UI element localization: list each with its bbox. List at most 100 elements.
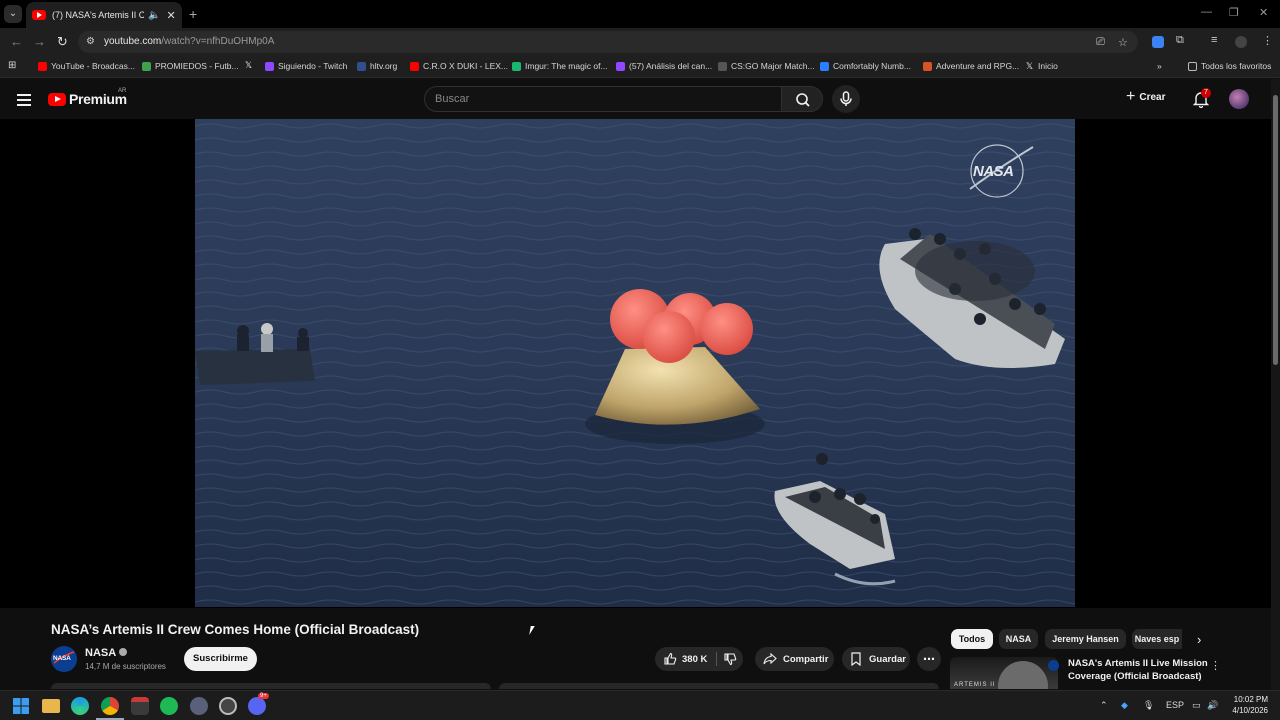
video-player[interactable]: NASA bbox=[195, 119, 1075, 607]
browser-tab-strip: ⌄ (7) NASA's Artemis II Crew 🔈 ✕ + — ❐ ✕ bbox=[0, 0, 1280, 28]
file-explorer-icon[interactable] bbox=[42, 699, 60, 713]
chip-naves-espaciales[interactable]: Naves esp bbox=[1132, 629, 1182, 649]
page-scrollbar[interactable] bbox=[1271, 79, 1280, 690]
volume-icon[interactable]: 🔊 bbox=[1207, 700, 1218, 711]
media-controls-icon[interactable]: ≡ bbox=[1211, 34, 1217, 46]
more-actions-button[interactable]: ⋯ bbox=[917, 647, 941, 671]
close-tab-icon[interactable]: ✕ bbox=[166, 9, 175, 22]
app-icon[interactable] bbox=[190, 697, 208, 715]
recommendation-more-icon[interactable]: ⋮ bbox=[1210, 659, 1221, 672]
channel-name[interactable]: NASA bbox=[85, 647, 128, 659]
more-bookmarks-icon[interactable]: » bbox=[1157, 61, 1162, 71]
steam-icon[interactable] bbox=[219, 697, 237, 715]
system-clock[interactable]: 10:02 PM 4/10/2026 bbox=[1222, 694, 1268, 716]
discord-icon[interactable] bbox=[248, 697, 266, 715]
chip-jeremy-hansen[interactable]: Jeremy Hansen bbox=[1045, 629, 1126, 649]
chips-next-arrow-icon[interactable]: › bbox=[1197, 632, 1201, 647]
tab-title: (7) NASA's Artemis II Crew bbox=[52, 10, 144, 20]
menu-icon[interactable] bbox=[17, 94, 31, 106]
address-bar[interactable]: ⚙ youtube.com/watch?v=nfhDuOHMp0A ⎚ ☆ bbox=[78, 31, 1138, 53]
maximize-button[interactable]: ❐ bbox=[1229, 6, 1239, 19]
spotify-icon[interactable] bbox=[160, 697, 178, 715]
install-app-icon[interactable]: ⎚ bbox=[1096, 36, 1105, 49]
bookmark-item[interactable]: 𝕏 bbox=[244, 61, 257, 70]
all-bookmarks-folder[interactable]: Todos los favoritos bbox=[1188, 61, 1271, 71]
like-button[interactable]: 380 K bbox=[663, 652, 707, 666]
minimize-button[interactable]: — bbox=[1201, 6, 1212, 18]
url-text[interactable]: youtube.com/watch?v=nfhDuOHMp0A bbox=[104, 36, 274, 47]
browser-tab-active[interactable]: (7) NASA's Artemis II Crew 🔈 ✕ bbox=[26, 2, 182, 28]
comments-box[interactable] bbox=[499, 683, 939, 689]
clock-time: 10:02 PM bbox=[1233, 695, 1268, 704]
close-window-button[interactable]: ✕ bbox=[1259, 6, 1268, 19]
tray-overflow-icon[interactable]: ⌃ bbox=[1100, 700, 1108, 711]
bookmark-item[interactable]: YouTube - Broadcas... bbox=[38, 61, 135, 71]
bookmark-item[interactable]: 𝕏 Inicio bbox=[1025, 61, 1058, 71]
bookmark-item[interactable]: Siguiendo - Twitch bbox=[265, 61, 347, 71]
x-icon: 𝕏 bbox=[244, 60, 253, 70]
language-indicator[interactable]: ESP bbox=[1166, 700, 1184, 710]
bookmark-star-icon[interactable]: ☆ bbox=[1118, 36, 1128, 49]
extensions-puzzle-icon[interactable]: ⧉ bbox=[1176, 34, 1184, 47]
user-avatar[interactable] bbox=[1229, 89, 1249, 109]
youtube-premium-logo[interactable]: Premium bbox=[48, 91, 127, 107]
forward-button[interactable]: → bbox=[33, 34, 46, 49]
bookmark-item[interactable]: PROMIEDOS - Futb... bbox=[142, 61, 239, 71]
tray-mic-icon[interactable]: 🎙 bbox=[1143, 700, 1154, 711]
subscribe-button[interactable]: Suscribirme bbox=[184, 647, 257, 671]
reload-button[interactable]: ↻ bbox=[57, 34, 68, 50]
chip-nasa[interactable]: NASA bbox=[999, 629, 1038, 649]
bookmark-item[interactable]: Comfortably Numb... bbox=[820, 61, 911, 71]
network-icon[interactable]: ▭ bbox=[1192, 700, 1201, 711]
bookmark-item[interactable]: CS:GO Major Match... bbox=[718, 61, 815, 71]
bookmark-item[interactable]: hltv.org bbox=[357, 61, 397, 71]
chrome-menu-icon[interactable]: ⋮ bbox=[1262, 34, 1273, 47]
recommendation-title[interactable]: NASA's Artemis II Live Mission Coverage … bbox=[1068, 657, 1208, 683]
create-button[interactable]: + Crear bbox=[1126, 88, 1165, 105]
search-input[interactable] bbox=[425, 87, 781, 111]
tab-search-button[interactable]: ⌄ bbox=[4, 5, 22, 23]
extension-icon[interactable] bbox=[1152, 36, 1164, 48]
apps-grid-icon[interactable]: ⊞ bbox=[8, 60, 16, 71]
twitch-icon bbox=[265, 61, 274, 71]
notifications-badge: 7 bbox=[1201, 88, 1211, 98]
site-settings-icon[interactable]: ⚙ bbox=[86, 36, 98, 48]
back-button[interactable]: ← bbox=[10, 34, 23, 49]
share-button[interactable]: Compartir bbox=[755, 647, 834, 671]
bookmark-label: PROMIEDOS - Futb... bbox=[155, 61, 239, 71]
save-button[interactable]: Guardar bbox=[842, 647, 910, 671]
search-box[interactable] bbox=[424, 86, 782, 112]
profile-icon[interactable] bbox=[1235, 36, 1247, 48]
share-label: Compartir bbox=[783, 653, 829, 665]
bookmark-label: C.R.O X DUKI - LEX... bbox=[423, 61, 509, 71]
thumb-caption: ARTEMIS II bbox=[954, 682, 996, 688]
channel-avatar[interactable]: NASA bbox=[51, 646, 77, 672]
youtube-masthead: Premium AR + Crear 7 bbox=[0, 79, 1280, 119]
tray-app-icon[interactable]: ◆ bbox=[1121, 700, 1128, 711]
voice-search-button[interactable] bbox=[832, 85, 860, 113]
bookmark-item[interactable]: (57) Análisis del can... bbox=[616, 61, 712, 71]
bookmark-item[interactable]: Imgur: The magic of... bbox=[512, 61, 608, 71]
bookmark-label: Siguiendo - Twitch bbox=[278, 61, 348, 71]
calendar-app-icon[interactable] bbox=[131, 697, 149, 715]
chrome-icon[interactable] bbox=[101, 697, 119, 715]
youtube-icon bbox=[38, 61, 47, 71]
scrollbar-thumb[interactable] bbox=[1273, 95, 1278, 365]
youtube-icon bbox=[410, 61, 419, 71]
chip-todos[interactable]: Todos bbox=[951, 629, 993, 649]
description-box[interactable] bbox=[51, 683, 491, 689]
plus-icon: + bbox=[1126, 88, 1136, 105]
edge-icon[interactable] bbox=[71, 697, 89, 715]
bookmark-item[interactable]: C.R.O X DUKI - LEX... bbox=[410, 61, 508, 71]
dislike-button[interactable] bbox=[723, 652, 737, 669]
folder-icon bbox=[1188, 61, 1197, 71]
windows-start-icon[interactable] bbox=[12, 697, 30, 715]
new-tab-button[interactable]: + bbox=[189, 6, 197, 22]
recommendation-thumbnail[interactable]: ARTEMIS II bbox=[950, 657, 1058, 689]
search-button[interactable] bbox=[781, 86, 823, 112]
speaker-icon[interactable]: 🔈 bbox=[148, 10, 160, 21]
like-dislike-group: 380 K bbox=[655, 647, 743, 671]
hltv-icon bbox=[718, 61, 727, 71]
bookmark-item[interactable]: Adventure and RPG... bbox=[923, 61, 1019, 71]
bookmark-label: hltv.org bbox=[370, 61, 398, 71]
